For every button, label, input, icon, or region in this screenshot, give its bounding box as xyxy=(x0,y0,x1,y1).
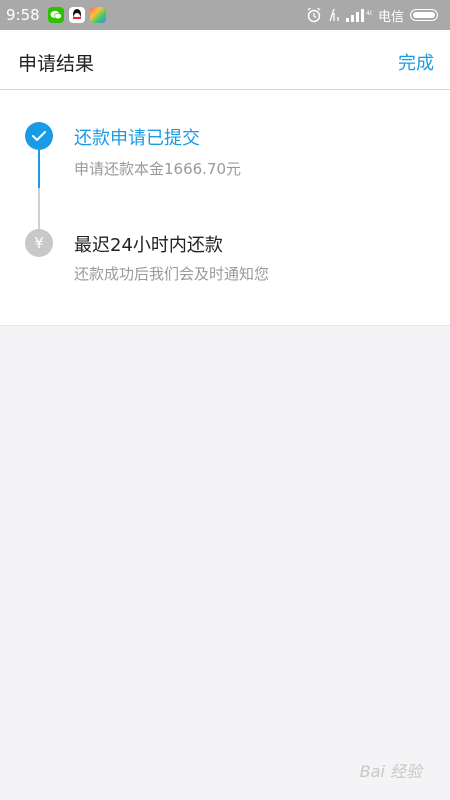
signal-icon: 4G xyxy=(345,9,372,22)
progress-connector-pending xyxy=(38,188,40,229)
progress-connector-done xyxy=(38,150,40,188)
photos-icon xyxy=(89,7,106,23)
status-bar: 9:58 4G 电信 xyxy=(0,0,450,30)
no-sim-icon xyxy=(329,8,339,22)
step-repay-subtitle: 还款成功后我们会及时通知您 xyxy=(74,265,270,283)
checkmark-icon xyxy=(25,122,53,150)
baidu-watermark: Bai 经验 xyxy=(359,762,422,781)
step-submitted-subtitle: 申请还款本金1666.70元 xyxy=(74,160,242,178)
status-time: 9:58 xyxy=(6,6,40,24)
battery-icon xyxy=(410,9,438,21)
qq-icon xyxy=(68,7,85,23)
repayment-progress-card: ¥ 还款申请已提交 申请还款本金1666.70元 最迟24小时内还款 还款成功后… xyxy=(0,90,450,326)
alarm-icon xyxy=(307,7,321,23)
yuan-icon: ¥ xyxy=(25,229,53,257)
page-title: 申请结果 xyxy=(18,53,95,75)
carrier-label: 电信 xyxy=(377,9,404,25)
step-repay-title: 最迟24小时内还款 xyxy=(74,235,223,256)
wechat-icon xyxy=(47,7,64,23)
done-button[interactable]: 完成 xyxy=(398,49,434,75)
nav-bar: 申请结果 完成 xyxy=(0,30,450,90)
network-label: 4G xyxy=(366,10,372,17)
step-submitted-title: 还款申请已提交 xyxy=(74,128,200,149)
status-right: 4G 电信 xyxy=(306,6,438,25)
